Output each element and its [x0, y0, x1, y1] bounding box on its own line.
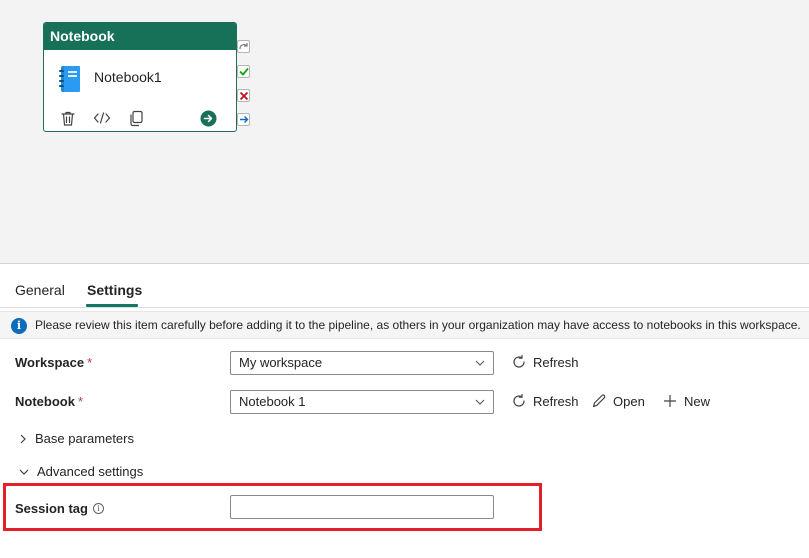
activity-actions [44, 109, 236, 129]
required-indicator: * [77, 394, 84, 409]
chevron-down-icon [19, 469, 29, 475]
info-tooltip-icon[interactable]: i [92, 503, 104, 514]
notebook-refresh-button[interactable]: Refresh [511, 393, 579, 409]
tab-settings[interactable]: Settings [87, 282, 142, 298]
workspace-selected-value: My workspace [239, 355, 323, 370]
plus-icon [664, 395, 676, 407]
success-check-icon[interactable] [237, 65, 250, 78]
properties-tabs: General Settings [0, 270, 809, 308]
pencil-icon [592, 394, 606, 408]
required-indicator: * [87, 355, 93, 370]
notebook-open-button[interactable]: Open [591, 393, 645, 409]
workspace-label: Workspace * [15, 355, 93, 370]
activity-name: Notebook1 [94, 69, 162, 85]
notebook-dropdown[interactable]: Notebook 1 [230, 390, 494, 414]
workspace-refresh-button[interactable]: Refresh [511, 354, 579, 370]
pipeline-canvas[interactable]: Notebook Notebook1 [0, 0, 809, 264]
activity-type-header: Notebook [44, 23, 236, 50]
notebook-activity-card[interactable]: Notebook Notebook1 [43, 22, 237, 132]
chevron-down-icon [475, 399, 485, 405]
notebook-selected-value: Notebook 1 [239, 394, 306, 409]
trash-icon[interactable] [59, 109, 77, 127]
go-arrow-icon[interactable] [199, 109, 217, 127]
chevron-right-icon [20, 434, 26, 443]
info-message-text: Please review this item carefully before… [35, 318, 801, 332]
activity-body: Notebook1 [44, 50, 236, 100]
refresh-icon [513, 354, 525, 368]
notebook-new-button[interactable]: New [662, 393, 710, 409]
advanced-settings-expander[interactable]: Advanced settings [18, 464, 143, 479]
failure-x-icon[interactable] [237, 89, 250, 102]
info-message-bar: i Please review this item carefully befo… [0, 311, 809, 339]
notebook-label: Notebook * [15, 394, 84, 409]
code-icon[interactable] [93, 109, 111, 127]
base-parameters-expander[interactable]: Base parameters [18, 431, 134, 446]
info-icon: i [11, 318, 27, 334]
session-tag-input[interactable] [230, 495, 494, 519]
chevron-down-icon [475, 360, 485, 366]
completion-arrow-icon[interactable] [237, 113, 250, 126]
refresh-icon [513, 393, 525, 407]
skip-icon[interactable] [237, 40, 250, 53]
active-tab-indicator [86, 304, 138, 307]
tab-general[interactable]: General [15, 282, 65, 298]
notebook-icon [59, 66, 80, 92]
workspace-dropdown[interactable]: My workspace [230, 351, 494, 375]
copy-icon[interactable] [127, 109, 145, 127]
session-tag-label: Session tag i [15, 501, 104, 516]
